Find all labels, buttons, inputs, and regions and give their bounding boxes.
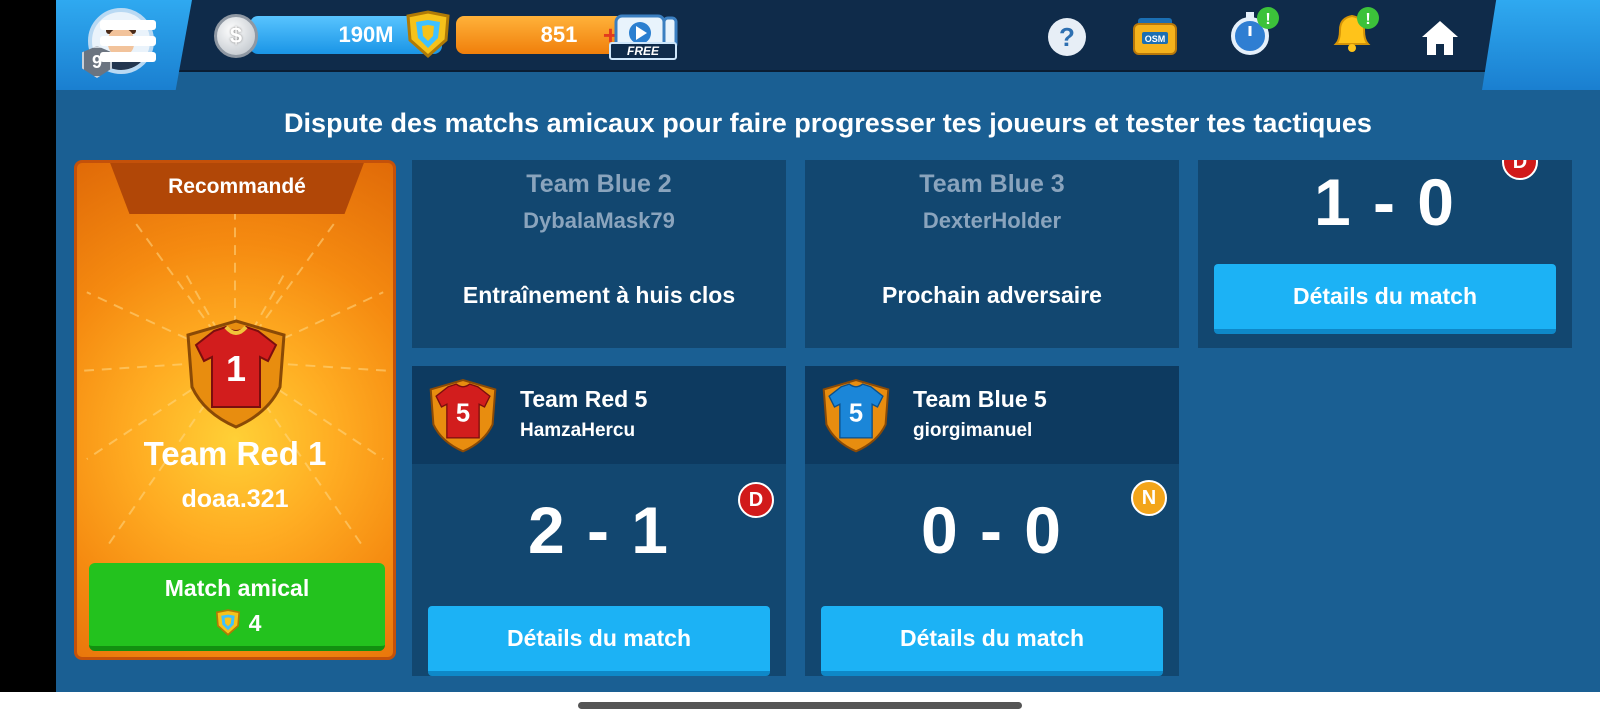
- osm-shop-label: OSM: [1145, 34, 1166, 44]
- jersey-icon: 1: [186, 319, 286, 429]
- friendly-match-button[interactable]: Match amical 4: [89, 563, 385, 651]
- match-card-blue5: 5 Team Blue 5 giorgimanuel N 0 - 0 Détai…: [805, 366, 1179, 676]
- team-name: Team Blue 5: [913, 386, 1047, 412]
- card-header: 5 Team Red 5 HamzaHercu: [412, 366, 786, 464]
- recommended-ribbon: Recommandé: [109, 163, 365, 214]
- match-score: 0 - 0: [920, 493, 1064, 567]
- game-screen: 9 190M $ 851 + FREE ? OSM ! ! Dispute de…: [56, 0, 1600, 692]
- match-details-button[interactable]: Détails du match: [428, 606, 770, 676]
- jersey-icon: 5: [429, 378, 497, 453]
- opponent-card-blue2[interactable]: Team Blue 2 DybalaMask79 Entraînement à …: [412, 160, 786, 348]
- page-subtitle: Dispute des matchs amicaux pour faire pr…: [284, 108, 1372, 138]
- jersey-number: 5: [849, 400, 863, 428]
- gem-value: 851: [540, 22, 578, 47]
- menu-tab[interactable]: [1482, 0, 1600, 90]
- coin-value: 190M: [338, 22, 394, 47]
- svg-text:!: !: [1265, 11, 1270, 28]
- gem-balance[interactable]: 851 +: [456, 16, 632, 54]
- manager-name: HamzaHercu: [520, 420, 636, 441]
- match-details-button[interactable]: Détails du match: [821, 606, 1163, 676]
- opponent-card-blue3[interactable]: Team Blue 3 DexterHolder Prochain advers…: [805, 160, 1179, 348]
- home-icon[interactable]: [1420, 18, 1460, 58]
- osm-shop-icon[interactable]: OSM: [1132, 14, 1178, 60]
- team-name: Team Red 1: [143, 435, 327, 472]
- bell-icon[interactable]: !: [1328, 6, 1380, 58]
- match-details-button[interactable]: Détails du match: [1214, 264, 1556, 334]
- help-icon[interactable]: ?: [1048, 18, 1086, 56]
- cost-value: 4: [248, 609, 262, 636]
- free-video-label: FREE: [609, 42, 677, 60]
- match-state: Prochain adversaire: [882, 282, 1102, 308]
- match-state: Entraînement à huis clos: [462, 282, 736, 308]
- stopwatch-icon[interactable]: !: [1228, 6, 1280, 58]
- manager-name: DybalaMask79: [523, 208, 675, 233]
- jersey-icon: 5: [822, 378, 890, 453]
- match-card-top-right: D 1 - 0 Détails du match: [1198, 160, 1572, 348]
- friendly-match-label: Match amical: [164, 575, 310, 601]
- team-name: Team Blue 3: [919, 170, 1065, 198]
- home-gesture-bar[interactable]: [578, 702, 1022, 709]
- menu-icon[interactable]: [100, 20, 156, 66]
- svg-text:!: !: [1365, 11, 1370, 28]
- jersey-number: 1: [226, 348, 246, 389]
- silver-coin-icon: $: [214, 14, 258, 58]
- manager-name: giorgimanuel: [913, 420, 1033, 441]
- friendly-match-cost: 4: [89, 609, 385, 637]
- top-bar: 9 190M $ 851 + FREE ? OSM ! !: [56, 0, 1600, 90]
- manager-name: doaa.321: [181, 485, 289, 513]
- gem-icon: [215, 609, 240, 636]
- manager-name: DexterHolder: [922, 208, 1062, 233]
- match-card-red5: 5 Team Red 5 HamzaHercu D 2 - 1 Détails …: [412, 366, 786, 676]
- team-name: Team Blue 2: [526, 170, 672, 198]
- card-header: 5 Team Blue 5 giorgimanuel: [805, 366, 1179, 464]
- jersey-number: 5: [456, 400, 470, 428]
- gem-icon: [406, 10, 450, 59]
- team-name: Team Red 5: [520, 386, 648, 412]
- match-score: 2 - 1: [527, 493, 671, 567]
- recommended-opponent-card: Recommandé 1 Team Red 1 doaa.321 Match a…: [74, 160, 396, 660]
- match-score: 1 - 0: [1313, 165, 1457, 239]
